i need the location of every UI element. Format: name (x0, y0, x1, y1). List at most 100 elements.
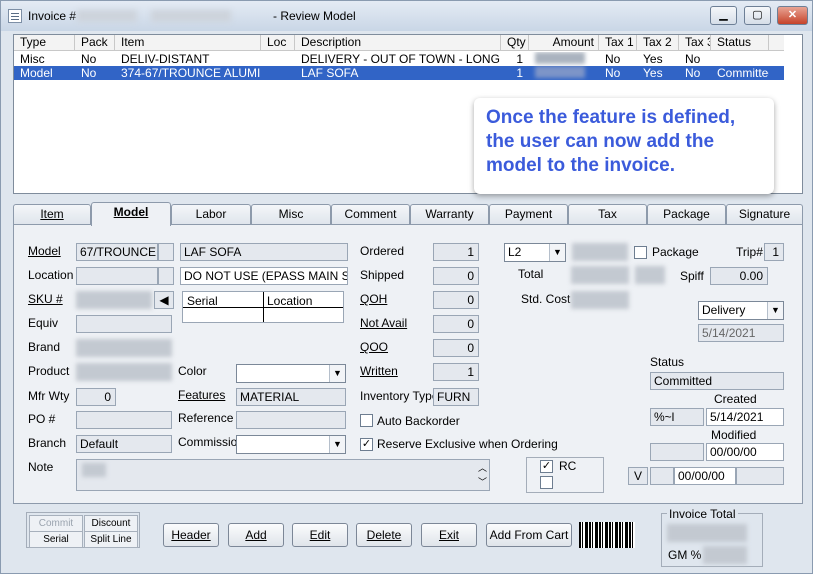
shipped-field[interactable]: 0 (433, 267, 479, 285)
close-button[interactable]: ✕ (777, 6, 808, 25)
cell-tax3: No (685, 66, 701, 80)
ordered-field[interactable]: 1 (433, 243, 479, 261)
rc-checkbox[interactable]: ✓ (540, 460, 553, 473)
sku-field-redacted[interactable] (76, 291, 152, 309)
tab-payment[interactable]: Payment (489, 204, 568, 224)
rc-second-checkbox[interactable] (540, 476, 553, 489)
tab-misc[interactable]: Misc (251, 204, 331, 224)
trip-field[interactable]: 1 (764, 243, 784, 261)
mfr-wty-field[interactable]: 0 (76, 388, 116, 406)
tab-package[interactable]: Package (647, 204, 726, 224)
col-pack[interactable]: Pack (75, 35, 115, 50)
tab-model[interactable]: Model (91, 202, 171, 226)
delivery-type-dropdown[interactable]: Delivery ▼ (698, 301, 784, 320)
qoh-label[interactable]: QOH (360, 292, 387, 306)
col-status[interactable]: Status (711, 35, 769, 50)
reserve-exclusive-checkbox[interactable]: ✓ (360, 438, 373, 451)
tab-comment[interactable]: Comment (331, 204, 410, 224)
scroll-down-icon[interactable]: ﹀ (478, 475, 487, 488)
location-lookup-button[interactable] (158, 267, 174, 285)
arrow-left-icon[interactable]: ◀ (154, 291, 174, 309)
not-avail-label[interactable]: Not Avail (360, 316, 407, 330)
title-bar: Invoice # - Review Model ▁ ▢ ✕ (1, 1, 812, 31)
edit-button[interactable]: Edit (292, 523, 348, 547)
branch-field[interactable]: Default (76, 435, 172, 453)
features-field[interactable]: MATERIAL (236, 388, 346, 406)
color-label: Color (178, 364, 207, 378)
note-field[interactable] (76, 459, 490, 491)
scroll-up-icon[interactable]: ︿ (478, 461, 487, 474)
col-tax3[interactable]: Tax 3 (679, 35, 711, 50)
tab-label: Labor (195, 207, 227, 221)
col-item[interactable]: Item (115, 35, 261, 50)
equiv-field[interactable] (76, 315, 172, 333)
created-by-field: %~l (650, 408, 704, 426)
v-button[interactable]: V (628, 467, 648, 485)
model-label: Model (28, 244, 61, 258)
add-button[interactable]: Add (228, 523, 284, 547)
cell-amount (529, 66, 599, 80)
model-lookup-button[interactable] (158, 243, 174, 261)
v-extra-field (736, 467, 784, 485)
tab-warranty[interactable]: Warranty (410, 204, 489, 224)
split-line-button[interactable]: Split Line (84, 531, 138, 548)
serial-table[interactable]: Serial Location (182, 291, 344, 323)
brand-field-redacted[interactable] (76, 339, 172, 357)
col-amount[interactable]: Amount (529, 35, 599, 50)
col-tax1[interactable]: Tax 1 (599, 35, 637, 50)
discount-button[interactable]: Discount (84, 515, 138, 532)
add-from-cart-button[interactable]: Add From Cart (486, 523, 572, 547)
delete-button[interactable]: Delete (356, 523, 412, 547)
qoo-label[interactable]: QOO (360, 340, 388, 354)
reserve-exclusive-label: Reserve Exclusive when Ordering (377, 437, 558, 451)
modified-label: Modified (711, 428, 757, 442)
tab-item[interactable]: Item (13, 204, 91, 224)
cell-qty: 1 (516, 52, 523, 66)
auto-backorder-checkbox[interactable] (360, 414, 373, 427)
product-field-redacted[interactable] (76, 363, 172, 381)
color-dropdown[interactable]: ▼ (236, 364, 346, 383)
tab-labor[interactable]: Labor (171, 204, 251, 224)
commit-button[interactable]: Commit (29, 515, 83, 532)
minimize-button[interactable]: ▁ (710, 6, 737, 25)
po-field[interactable] (76, 411, 172, 429)
price-level-dropdown[interactable]: L2 ▼ (504, 243, 566, 262)
tab-tax[interactable]: Tax (568, 204, 647, 224)
barcode-icon[interactable] (579, 522, 635, 548)
maximize-button[interactable]: ▢ (744, 6, 771, 25)
grid-header: Type Pack Item Loc Description Qty Amoun… (14, 35, 784, 51)
col-qty[interactable]: Qty (501, 35, 529, 50)
col-type[interactable]: Type (14, 35, 75, 50)
written-field[interactable]: 1 (433, 363, 479, 381)
not-avail-field: 0 (433, 315, 479, 333)
header-button[interactable]: Header (163, 523, 219, 547)
v-date-field: 00/00/00 (674, 467, 736, 485)
tab-signature[interactable]: Signature (726, 204, 803, 224)
chevron-down-icon: ▼ (767, 302, 783, 319)
delivery-date-field[interactable]: 5/14/2021 (698, 324, 784, 342)
spiff-field[interactable]: 0.00 (710, 267, 768, 285)
app-icon (8, 9, 22, 23)
created-date-field: 5/14/2021 (706, 408, 784, 426)
table-row[interactable]: Misc No DELIV-DISTANT DELIVERY - OUT OF … (14, 52, 784, 66)
invoice-number-redacted (77, 10, 137, 22)
commission-dropdown[interactable]: ▼ (236, 435, 346, 454)
col-tax2[interactable]: Tax 2 (637, 35, 679, 50)
chevron-down-icon: ▼ (329, 365, 345, 382)
package-checkbox[interactable] (634, 246, 647, 259)
commission-label: Commission (178, 435, 245, 449)
note-redacted (82, 463, 106, 477)
model-field[interactable]: 67/TROUNCE ALI (76, 243, 158, 261)
tab-strip: Item Model Labor Misc Comment Warranty P… (13, 202, 803, 226)
exit-button[interactable]: Exit (421, 523, 477, 547)
serial-button[interactable]: Serial (29, 531, 83, 548)
total-extra-redacted (635, 266, 665, 284)
edit-button-label: Edit (309, 528, 331, 542)
table-row-selected[interactable]: Model No 374-67/TROUNCE ALUMI LAF SOFA 1… (14, 66, 784, 80)
written-label[interactable]: Written (360, 364, 398, 378)
reference-field[interactable] (236, 411, 346, 429)
col-loc[interactable]: Loc (261, 35, 295, 50)
price-level-value: L2 (508, 245, 522, 259)
col-description[interactable]: Description (295, 35, 501, 50)
location-field[interactable] (76, 267, 158, 285)
